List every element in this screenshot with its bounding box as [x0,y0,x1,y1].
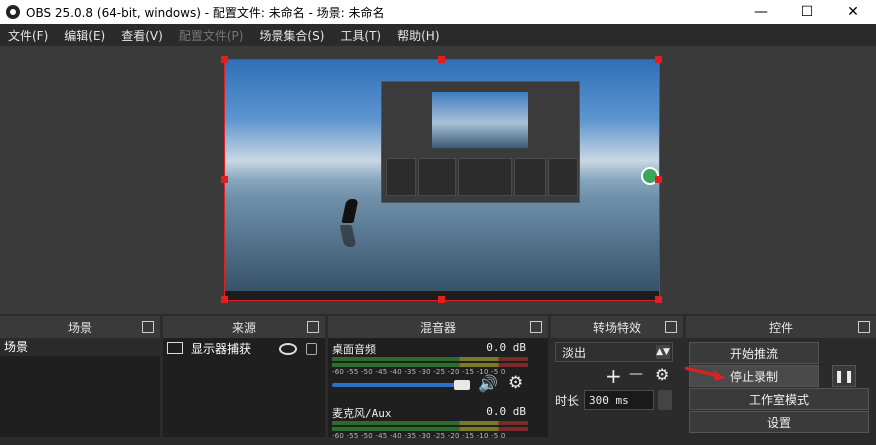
add-transition-button[interactable]: + [605,364,622,388]
preview-area[interactable] [0,46,876,314]
title-bar: OBS 25.0.8 (64-bit, windows) - 配置文件: 未命名… [0,0,876,24]
level-meter [332,427,528,431]
dock-title: 场景 [67,320,92,335]
annotation-arrow-icon [684,366,725,381]
lock-icon[interactable] [306,343,317,355]
mixer-body: 桌面音频 0.0 dB -60 -55 -50 -45 -40 -35 -30 … [328,338,548,440]
transitions-body: 淡出 ▲▼ + — ⚙ 时长 300 ms [551,338,683,437]
float-dock-icon[interactable] [307,321,319,333]
transition-select[interactable]: 淡出 ▲▼ [555,342,673,362]
speaker-icon[interactable]: 🔊 [478,374,498,393]
menu-tools[interactable]: 工具(T) [332,27,389,44]
sources-list: 显示器捕获 [163,338,325,437]
gear-icon[interactable]: ⚙ [508,373,523,393]
menu-file[interactable]: 文件(F) [0,27,56,44]
resize-handle[interactable] [438,296,445,303]
scenes-list: 场景 [0,338,160,437]
duration-label: 时长 [555,394,580,408]
resize-handle[interactable] [221,56,228,63]
transition-settings-gear-icon[interactable]: ⚙ [655,365,669,384]
resize-handle[interactable] [655,56,662,63]
close-button[interactable]: ✕ [830,0,876,24]
dock-header: 转场特效 [551,316,683,338]
start-streaming-button[interactable]: 开始推流 [689,342,819,364]
transitions-dock: 转场特效 淡出 ▲▼ + — ⚙ 时长 300 ms [551,316,683,437]
menu-scene-collection[interactable]: 场景集合(S) [251,27,332,44]
controls-body: 开始推流 停止录制 ❚❚ 工作室模式 设置 [686,338,876,437]
duration-input[interactable]: 300 ms [584,390,654,410]
volume-slider[interactable] [332,383,464,387]
dock-title: 转场特效 [592,320,641,335]
resize-handle[interactable] [438,56,445,63]
mixer-dock: 混音器 桌面音频 0.0 dB -60 -55 -50 -45 -40 -35 … [328,316,548,440]
level-meter [332,421,528,425]
menu-help[interactable]: 帮助(H) [389,27,447,44]
scenes-dock: 场景 场景 [0,316,160,437]
duration-spinner[interactable] [658,390,672,410]
dock-header: 场景 [0,316,160,338]
float-dock-icon[interactable] [858,321,870,333]
eye-icon[interactable] [279,343,297,355]
mixer-channel: 桌面音频 0.0 dB -60 -55 -50 -45 -40 -35 -30 … [332,341,544,411]
float-dock-icon[interactable] [530,321,542,333]
menu-bar: 文件(F) 编辑(E) 查看(V) 配置文件(P) 场景集合(S) 工具(T) … [0,24,876,46]
float-dock-icon[interactable] [665,321,677,333]
menu-profile[interactable]: 配置文件(P) [171,27,252,44]
sources-dock: 来源 显示器捕获 [163,316,325,437]
dock-header: 控件 [686,316,876,338]
source-item[interactable]: 显示器捕获 [163,338,325,358]
maximize-button[interactable]: ☐ [784,0,830,24]
minimize-button[interactable]: — [738,0,784,24]
dock-header: 混音器 [328,316,548,338]
dock-title: 控件 [768,320,793,335]
scene-item[interactable]: 场景 [0,338,160,356]
studio-mode-button[interactable]: 工作室模式 [689,388,869,410]
channel-db: 0.0 dB [486,405,526,418]
resize-handle[interactable] [655,296,662,303]
dock-title: 混音器 [419,320,456,335]
window-title: OBS 25.0.8 (64-bit, windows) - 配置文件: 未命名… [26,5,385,20]
level-meter [332,357,528,361]
level-meter [332,363,528,367]
channel-db: 0.0 dB [486,341,526,354]
transition-selected: 淡出 [562,345,587,360]
mixer-channel: 麦克风/Aux 0.0 dB -60 -55 -50 -45 -40 -35 -… [332,405,544,445]
menu-view[interactable]: 查看(V) [113,27,171,44]
settings-button[interactable]: 设置 [689,411,869,433]
source-selection-frame[interactable] [224,59,660,301]
float-dock-icon[interactable] [142,321,154,333]
channel-name: 麦克风/Aux [332,407,392,420]
pause-recording-button[interactable]: ❚❚ [832,365,856,387]
chevron-down-icon: ▲▼ [656,345,670,359]
dock-title: 来源 [231,320,256,335]
monitor-icon [167,342,183,354]
resize-handle[interactable] [221,296,228,303]
resize-handle[interactable] [221,176,228,183]
source-label: 显示器捕获 [191,341,252,356]
channel-name: 桌面音频 [332,343,376,356]
resize-handle[interactable] [655,176,662,183]
meter-ticks: -60 -55 -50 -45 -40 -35 -30 -25 -20 -15 … [332,432,506,440]
obs-logo-icon [6,5,20,19]
volume-slider-knob[interactable] [454,380,470,390]
menu-edit[interactable]: 编辑(E) [56,27,113,44]
dock-header: 来源 [163,316,325,338]
remove-transition-button[interactable]: — [629,366,643,382]
